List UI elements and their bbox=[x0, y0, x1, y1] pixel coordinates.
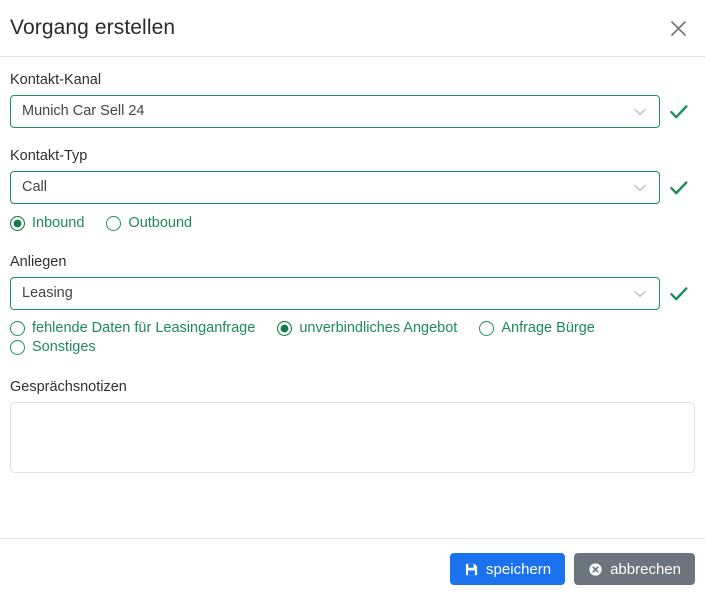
kontakt-typ-label: Kontakt-Typ bbox=[10, 147, 695, 165]
gespraechsnotizen-label: Gesprächsnotizen bbox=[10, 378, 695, 396]
kontakt-typ-select[interactable]: Call bbox=[10, 171, 660, 204]
anliegen-row: Leasing bbox=[10, 277, 695, 310]
kontakt-typ-row: Call bbox=[10, 171, 695, 204]
radio-mark-icon bbox=[10, 340, 25, 355]
kontakt-kanal-value: Munich Car Sell 24 bbox=[22, 96, 633, 127]
anliegen-radio-group: fehlende Daten für Leasinganfrage unverb… bbox=[10, 320, 695, 358]
radio-outbound[interactable]: Outbound bbox=[106, 215, 192, 231]
radio-unverbindliches-angebot[interactable]: unverbindliches Angebot bbox=[277, 320, 457, 336]
close-button[interactable] bbox=[665, 15, 691, 41]
check-icon bbox=[670, 285, 688, 303]
radio-mark-icon bbox=[479, 321, 494, 336]
kontakt-kanal-label: Kontakt-Kanal bbox=[10, 71, 695, 89]
kontakt-typ-value: Call bbox=[22, 172, 633, 203]
save-floppy-icon bbox=[464, 562, 478, 576]
field-kontakt-kanal: Kontakt-Kanal Munich Car Sell 24 bbox=[10, 71, 695, 128]
radio-mark-icon bbox=[277, 321, 292, 336]
radio-unverbindliches-angebot-label: unverbindliches Angebot bbox=[299, 320, 457, 336]
radio-fehlende-daten-label: fehlende Daten für Leasinganfrage bbox=[32, 320, 255, 336]
radio-anfrage-buerge-label: Anfrage Bürge bbox=[501, 320, 595, 336]
anliegen-value: Leasing bbox=[22, 278, 633, 309]
times-circle-icon bbox=[588, 562, 602, 576]
chevron-down-icon bbox=[633, 181, 647, 195]
close-icon bbox=[670, 20, 687, 37]
radio-outbound-label: Outbound bbox=[128, 215, 192, 231]
check-icon bbox=[670, 103, 688, 121]
save-button[interactable]: speichern bbox=[450, 553, 565, 585]
kontakt-kanal-row: Munich Car Sell 24 bbox=[10, 95, 695, 128]
radio-inbound[interactable]: Inbound bbox=[10, 215, 84, 231]
chevron-down-icon bbox=[633, 105, 647, 119]
modal-body: Kontakt-Kanal Munich Car Sell 24 Kontakt… bbox=[0, 57, 705, 538]
create-vorgang-modal: Vorgang erstellen Kontakt-Kanal Munich C… bbox=[0, 0, 705, 599]
field-anliegen: Anliegen Leasing fehlende Daten für Leas… bbox=[10, 253, 695, 358]
field-kontakt-typ: Kontakt-Typ Call Inbound bbox=[10, 147, 695, 234]
radio-mark-icon bbox=[106, 216, 121, 231]
radio-inbound-label: Inbound bbox=[32, 215, 84, 231]
chevron-down-icon bbox=[633, 287, 647, 301]
modal-header: Vorgang erstellen bbox=[0, 0, 705, 57]
cancel-button[interactable]: abbrechen bbox=[574, 553, 695, 585]
radio-fehlende-daten[interactable]: fehlende Daten für Leasinganfrage bbox=[10, 320, 255, 336]
check-icon bbox=[670, 179, 688, 197]
page-title: Vorgang erstellen bbox=[10, 16, 175, 40]
save-button-label: speichern bbox=[486, 561, 551, 578]
anliegen-label: Anliegen bbox=[10, 253, 695, 271]
modal-footer: speichern abbrechen bbox=[0, 538, 705, 599]
kontakt-typ-radio-group: Inbound Outbound bbox=[10, 215, 695, 234]
kontakt-kanal-select[interactable]: Munich Car Sell 24 bbox=[10, 95, 660, 128]
radio-mark-icon bbox=[10, 216, 25, 231]
radio-sonstiges-label: Sonstiges bbox=[32, 339, 96, 355]
cancel-button-label: abbrechen bbox=[610, 561, 681, 578]
radio-mark-icon bbox=[10, 321, 25, 336]
radio-anfrage-buerge[interactable]: Anfrage Bürge bbox=[479, 320, 595, 336]
radio-sonstiges[interactable]: Sonstiges bbox=[10, 339, 96, 355]
gespraechsnotizen-textarea[interactable] bbox=[10, 402, 695, 473]
anliegen-select[interactable]: Leasing bbox=[10, 277, 660, 310]
field-gespraechsnotizen: Gesprächsnotizen bbox=[10, 378, 695, 473]
